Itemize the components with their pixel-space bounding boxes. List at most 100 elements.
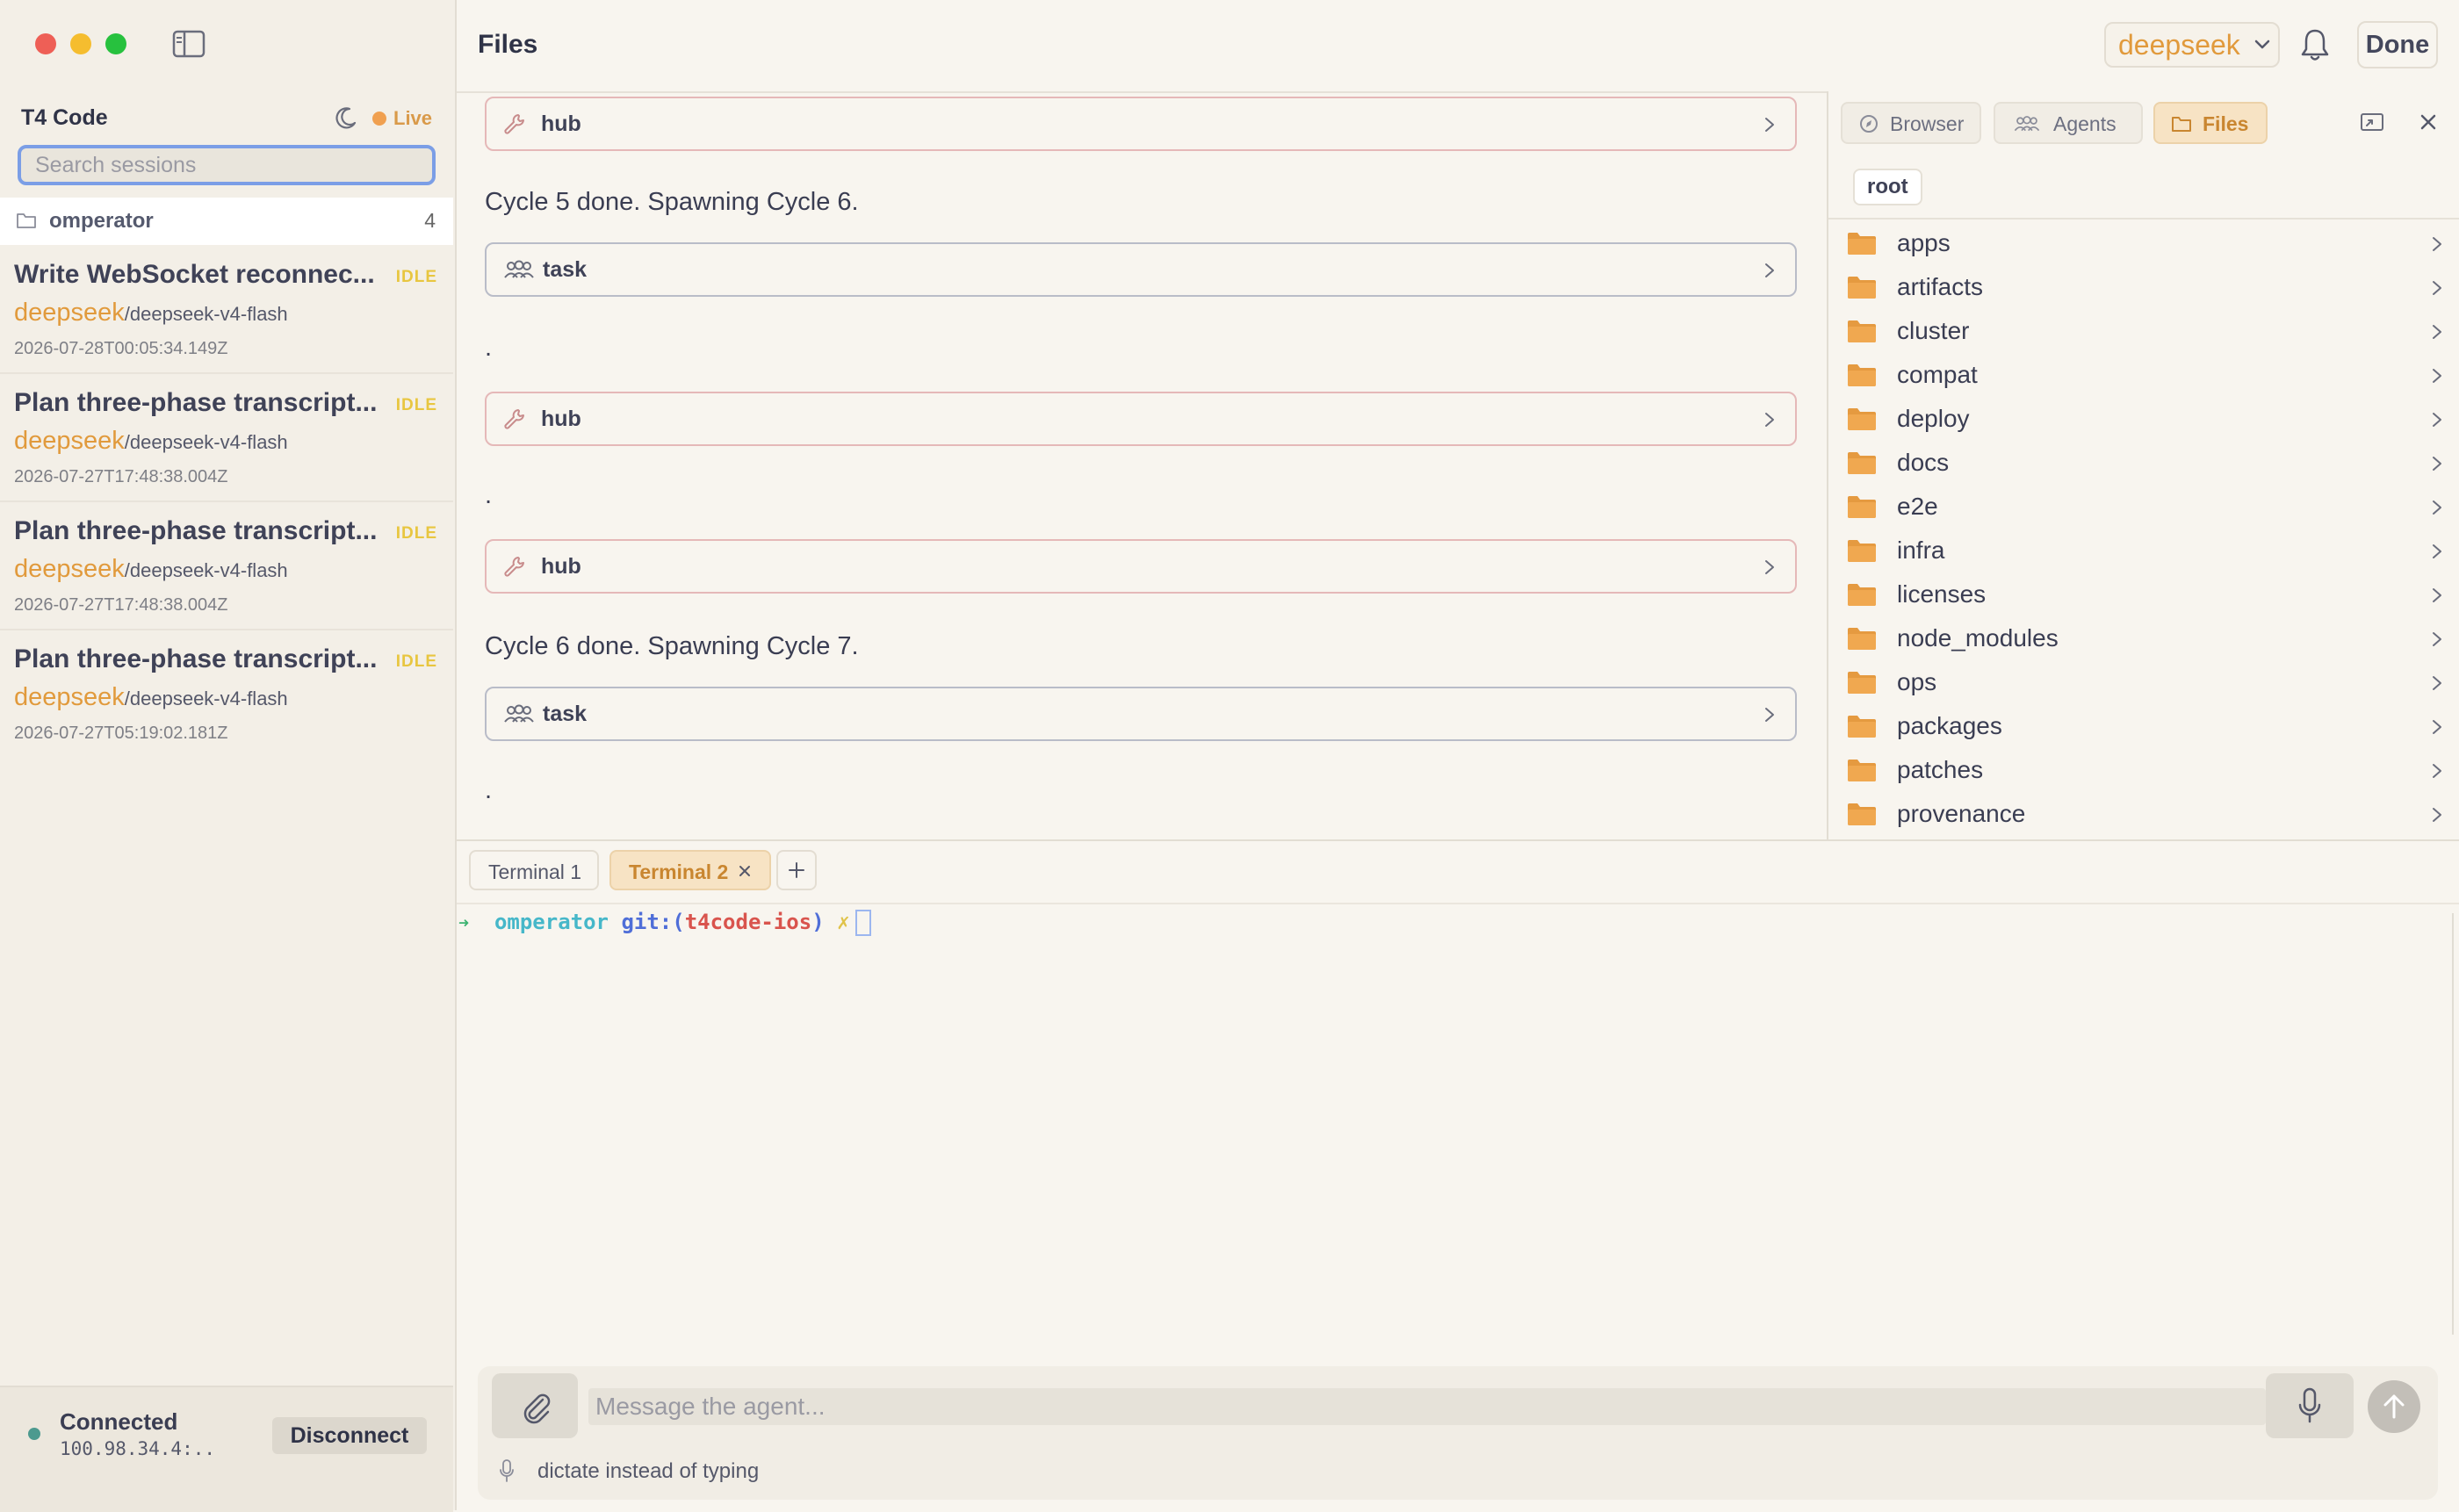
chevron-right-icon bbox=[1765, 263, 1774, 277]
close-tab-icon[interactable] bbox=[736, 862, 754, 880]
file-row[interactable]: infra bbox=[1828, 529, 2459, 572]
new-terminal-button[interactable] bbox=[776, 850, 817, 890]
session-model-name: /deepseek-v4-flash bbox=[124, 688, 288, 709]
tab-agents[interactable]: Agents bbox=[1994, 102, 2143, 144]
session-item[interactable]: Plan three-phase transcript... IDLE deep… bbox=[0, 502, 453, 630]
file-row[interactable]: provenance bbox=[1828, 792, 2459, 836]
assistant-message: Cycle 5 done. Spawning Cycle 6. bbox=[485, 188, 859, 216]
close-window-button[interactable] bbox=[35, 33, 56, 54]
tool-call-label: hub bbox=[541, 554, 581, 579]
assistant-message: . bbox=[485, 481, 493, 509]
chevron-right-icon bbox=[2433, 281, 2441, 295]
file-name: e2e bbox=[1897, 493, 1938, 520]
folder-icon bbox=[1848, 628, 1876, 650]
file-row[interactable]: deploy bbox=[1828, 397, 2459, 441]
chevron-right-icon bbox=[1765, 413, 1774, 427]
divider bbox=[1828, 218, 2459, 220]
session-provider: deepseek bbox=[14, 299, 125, 327]
session-model-name: /deepseek-v4-flash bbox=[124, 303, 288, 325]
breadcrumb-root[interactable]: root bbox=[1853, 169, 1922, 205]
terminal-cursor bbox=[855, 910, 871, 936]
prompt-git-close: ) bbox=[811, 910, 825, 934]
tab-terminal-1[interactable]: Terminal 1 bbox=[469, 850, 599, 890]
zoom-window-button[interactable] bbox=[105, 33, 126, 54]
session-item[interactable]: Plan three-phase transcript... IDLE deep… bbox=[0, 630, 453, 757]
sidebar: T4 Code Live omperator 4 Write WebSocket… bbox=[0, 0, 457, 1512]
file-name: cluster bbox=[1897, 317, 1970, 344]
folder-icon bbox=[1848, 452, 1876, 474]
session-model-name: /deepseek-v4-flash bbox=[124, 559, 288, 581]
microphone-button[interactable] bbox=[2266, 1373, 2354, 1438]
paperclip-icon bbox=[523, 1393, 551, 1424]
project-group-row[interactable]: omperator 4 bbox=[0, 198, 453, 245]
folder-icon bbox=[2172, 117, 2191, 132]
tool-call-card[interactable]: hub bbox=[485, 97, 1797, 151]
session-timestamp: 2026-07-27T17:48:38.004Z bbox=[14, 467, 228, 486]
file-row[interactable]: packages bbox=[1828, 704, 2459, 748]
session-title: Plan three-phase transcript... bbox=[14, 388, 378, 417]
sidebar-toggle-icon[interactable] bbox=[172, 30, 206, 58]
chevron-right-icon bbox=[2433, 457, 2441, 471]
file-row[interactable]: artifacts bbox=[1828, 265, 2459, 309]
file-name: artifacts bbox=[1897, 273, 1984, 300]
file-row[interactable]: docs bbox=[1828, 441, 2459, 485]
session-timestamp: 2026-07-27T17:48:38.004Z bbox=[14, 595, 228, 615]
prompt-directory: omperator bbox=[494, 910, 609, 934]
tab-label: Terminal 2 bbox=[629, 860, 729, 883]
session-model: deepseek/deepseek-v4-flash bbox=[14, 427, 288, 456]
chevron-right-icon bbox=[1765, 560, 1774, 574]
file-row[interactable]: node_modules bbox=[1828, 616, 2459, 660]
tab-label: Agents bbox=[2053, 112, 2116, 135]
file-row[interactable]: e2e bbox=[1828, 485, 2459, 529]
project-group-count: 4 bbox=[424, 209, 436, 232]
tool-call-label: task bbox=[543, 257, 588, 282]
scrollbar-track[interactable] bbox=[2452, 913, 2454, 1335]
moon-icon[interactable] bbox=[332, 105, 358, 132]
chevron-right-icon bbox=[1765, 118, 1774, 132]
message-input[interactable] bbox=[588, 1388, 2266, 1425]
session-item[interactable]: Write WebSocket reconnec... IDLE deepsee… bbox=[0, 246, 453, 374]
file-row[interactable]: apps bbox=[1828, 221, 2459, 265]
side-panel: Browser Agents Files root apps artifacts c… bbox=[1827, 91, 2459, 839]
picture-in-picture-icon[interactable] bbox=[2359, 109, 2385, 135]
tool-call-card[interactable]: task bbox=[485, 687, 1797, 741]
assistant-message: . bbox=[485, 334, 493, 362]
terminal-prompt[interactable]: ➜ omperator git:(t4code-ios) ✗ bbox=[458, 904, 871, 940]
file-row[interactable]: licenses bbox=[1828, 572, 2459, 616]
tool-call-card[interactable]: hub bbox=[485, 539, 1797, 594]
done-button[interactable]: Done bbox=[2357, 21, 2438, 68]
model-selector[interactable]: deepseek bbox=[2104, 22, 2280, 68]
session-status-badge: IDLE bbox=[395, 396, 437, 414]
file-row[interactable]: cluster bbox=[1828, 309, 2459, 353]
session-provider: deepseek bbox=[14, 555, 125, 583]
bell-icon[interactable] bbox=[2297, 26, 2333, 63]
search-input[interactable] bbox=[18, 145, 436, 185]
tool-call-card[interactable]: hub bbox=[485, 392, 1797, 446]
folder-icon bbox=[17, 213, 36, 228]
folder-icon bbox=[1848, 408, 1876, 430]
disconnect-button[interactable]: Disconnect bbox=[272, 1417, 427, 1454]
tab-terminal-2[interactable]: Terminal 2 bbox=[609, 850, 771, 890]
wrench-icon bbox=[504, 557, 524, 577]
session-item[interactable]: Plan three-phase transcript... IDLE deep… bbox=[0, 374, 453, 502]
send-button[interactable] bbox=[2368, 1380, 2420, 1433]
attach-button[interactable] bbox=[492, 1373, 578, 1438]
session-model: deepseek/deepseek-v4-flash bbox=[14, 299, 288, 328]
close-icon[interactable] bbox=[2415, 109, 2441, 135]
file-row[interactable]: compat bbox=[1828, 353, 2459, 397]
wrench-icon bbox=[504, 114, 524, 134]
file-row[interactable]: patches bbox=[1828, 748, 2459, 792]
tab-label: Files bbox=[2203, 112, 2249, 135]
tab-browser[interactable]: Browser bbox=[1841, 102, 1981, 144]
chevron-down-icon bbox=[2254, 40, 2270, 49]
chevron-right-icon bbox=[2433, 808, 2441, 822]
prompt-branch: t4code-ios bbox=[684, 910, 812, 934]
file-row[interactable]: ops bbox=[1828, 660, 2459, 704]
tool-call-label: hub bbox=[541, 407, 581, 431]
folder-icon bbox=[1848, 803, 1876, 825]
chevron-right-icon bbox=[2433, 676, 2441, 690]
tab-files[interactable]: Files bbox=[2153, 102, 2268, 144]
minimize-window-button[interactable] bbox=[70, 33, 91, 54]
tool-call-card[interactable]: task bbox=[485, 242, 1797, 297]
file-name: deploy bbox=[1897, 405, 1970, 432]
